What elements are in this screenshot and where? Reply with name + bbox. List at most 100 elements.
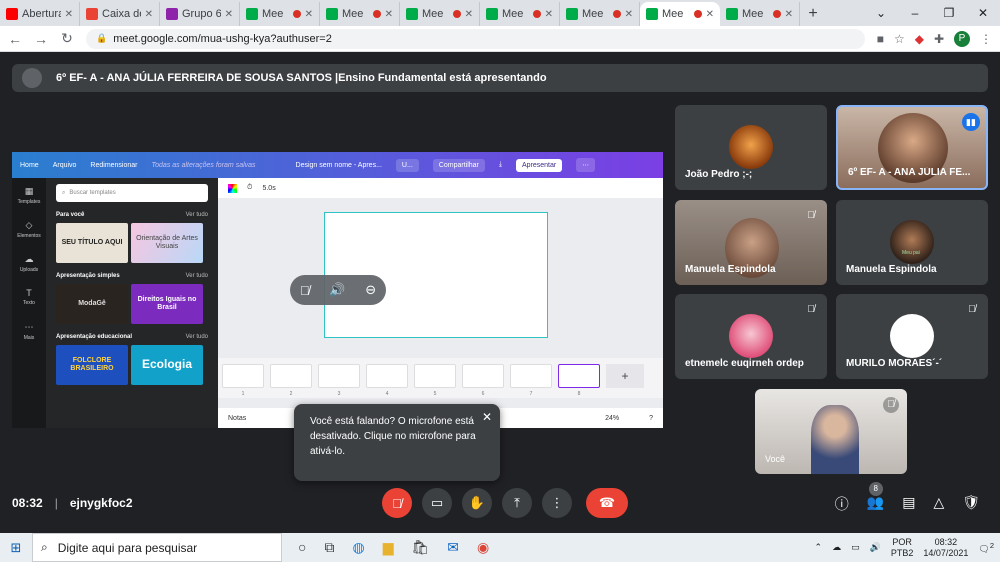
close-icon[interactable]: ✕ (706, 9, 714, 20)
host-controls-icon[interactable]: 🛡 (962, 494, 980, 514)
participant-tile[interactable]: 🎙̸ MURILO MORAES´-´ (836, 294, 988, 379)
browser-tab[interactable]: Grupo 6 ✕ (160, 2, 240, 26)
maximize-button[interactable]: ❐ (932, 6, 966, 20)
canva-more-icon: ⋯ (576, 158, 596, 172)
participant-tile[interactable]: 🎙̸ Manuela Espindola (675, 200, 827, 285)
section-title: Para você (56, 212, 85, 218)
browser-tab[interactable]: Mee ✕ (320, 2, 400, 26)
menu-icon[interactable]: ⋮ (980, 32, 992, 46)
volume-icon[interactable]: 🔊 (870, 542, 881, 553)
mic-off-icon: 🎙̸ (807, 304, 815, 315)
star-icon[interactable]: ☆ (894, 32, 905, 46)
store-icon[interactable]: 🛍 (411, 539, 429, 556)
new-tab-button[interactable]: + (800, 2, 826, 26)
recording-icon (772, 10, 781, 18)
activities-icon[interactable]: △ (933, 494, 944, 514)
browser-tab[interactable]: Abertura ✕ (0, 2, 80, 26)
browser-tab[interactable]: Caixa de ✕ (80, 2, 160, 26)
omnibox[interactable]: 🔒 meet.google.com/mua-ushg-kya?authuser=… (86, 28, 865, 49)
browser-tab[interactable]: Mee ✕ (480, 2, 560, 26)
rail-label: Mais (23, 334, 35, 341)
close-icon[interactable]: ✕ (145, 9, 153, 20)
chat-icon[interactable]: ▤ (902, 494, 915, 514)
back-button[interactable]: ← (8, 31, 22, 47)
close-icon[interactable]: ✕ (625, 9, 633, 20)
leave-call-button[interactable]: ☎ (586, 488, 628, 518)
close-window-button[interactable]: ✕ (966, 6, 1000, 20)
mic-toggle-button[interactable]: 🎙̸ (382, 488, 412, 518)
people-icon[interactable]: 👥 8 (867, 482, 884, 514)
participant-tile[interactable]: Meu pai Manuela Espindola (836, 200, 988, 285)
canva-file: Arquivo (52, 161, 77, 169)
close-icon[interactable]: ✕ (65, 9, 73, 20)
canva-page-thumb: 5 (414, 364, 456, 397)
system-tray: ⌃ ☁ ▭ 🔊 POR PTB2 08:32 14/07/2021 🗨2 (815, 533, 994, 562)
tab-label: Mee (662, 8, 684, 20)
file-explorer-icon[interactable]: ▆ (383, 539, 394, 556)
canva-template-thumb: Orientação de Artes Visuais (131, 223, 203, 263)
windows-start-icon[interactable]: ⊞ (0, 540, 32, 556)
favicon-icon (166, 8, 178, 20)
extension-shield-icon[interactable]: ◆ (915, 32, 924, 46)
cortana-icon[interactable]: ○ (298, 539, 306, 556)
rail-label: Templates (17, 198, 41, 205)
participant-tile[interactable]: João Pedro ;-; (675, 105, 827, 190)
favicon-icon (486, 8, 498, 20)
chevron-up-icon[interactable]: ⌃ (815, 542, 823, 553)
close-icon[interactable]: ✕ (305, 9, 313, 20)
browser-tab[interactable]: Mee ✕ (720, 2, 800, 26)
canva-toolbar: ⏱ 5.0s (218, 178, 663, 198)
browser-tab[interactable]: Mee ✕ (400, 2, 480, 26)
canva-page-thumb: 7 (510, 364, 552, 397)
close-icon[interactable]: ✕ (465, 9, 473, 20)
close-icon[interactable]: ✕ (385, 9, 393, 20)
favicon-icon (326, 8, 338, 20)
reload-button[interactable]: ↻ (60, 30, 74, 47)
network-icon[interactable]: ☁ (832, 542, 841, 553)
profile-avatar[interactable]: P (954, 30, 970, 47)
help-icon: ? (649, 414, 653, 422)
notification-icon[interactable]: 🗨2 (978, 541, 994, 555)
taskbar-apps: ○ ⧉ ◍ ▆ 🛍 ✉ ◉ (282, 539, 489, 556)
tab-bar: Abertura✕Caixa de✕Grupo 6✕Mee✕Mee✕Mee✕Me… (0, 0, 1000, 26)
task-view-icon[interactable]: ⧉ (324, 539, 334, 556)
mic-off-icon[interactable]: 🎙̸ (300, 283, 310, 298)
forward-button[interactable]: → (34, 31, 48, 47)
puzzle-icon[interactable]: ✚ (934, 32, 944, 46)
self-tile[interactable]: 🎙̸ Você (755, 389, 907, 474)
chrome-icon[interactable]: ◉ (477, 539, 489, 556)
taskbar-search[interactable]: ⌕ Digite aqui para pesquisar (32, 533, 282, 562)
camera-icon[interactable]: ■ (877, 32, 884, 46)
present-button[interactable]: ⤒ (502, 488, 532, 518)
participant-tile[interactable]: 🎙̸ etnemelc euqirneh ordep (675, 294, 827, 379)
close-icon[interactable]: ✕ (482, 410, 492, 425)
remove-icon[interactable]: ⊖ (365, 282, 376, 298)
volume-icon[interactable]: 🔊 (329, 282, 345, 298)
more-options-button[interactable]: ⋮ (542, 488, 572, 518)
close-icon[interactable]: ✕ (545, 9, 553, 20)
presenting-text: 6º EF- A - ANA JÚLIA FERREIRA DE SOUSA S… (56, 72, 547, 84)
clock[interactable]: 08:32 14/07/2021 (923, 537, 968, 559)
browser-tab[interactable]: Mee ✕ (640, 2, 720, 26)
battery-icon[interactable]: ▭ (851, 542, 860, 553)
info-icon[interactable]: ⓘ (835, 494, 849, 514)
rail-label: Elementos (17, 232, 41, 239)
canva-template-row: FOLCLORE BRASILEIRO Ecologia (56, 345, 208, 385)
chevron-down-icon[interactable]: ⌄ (864, 6, 898, 20)
rail-icon: ◇ (25, 219, 33, 230)
minimize-button[interactable]: – (898, 6, 932, 20)
browser-tab[interactable]: Mee ✕ (560, 2, 640, 26)
meeting-time: 08:32 (12, 496, 43, 510)
edge-icon[interactable]: ◍ (352, 539, 364, 556)
browser-tab[interactable]: Mee ✕ (240, 2, 320, 26)
raise-hand-button[interactable]: ✋ (462, 488, 492, 518)
mail-icon[interactable]: ✉ (447, 539, 459, 556)
language-indicator[interactable]: POR PTB2 (891, 537, 914, 559)
participant-tile[interactable]: ▮▮ 6º EF- A - ANA JÚLIA FE... (836, 105, 988, 190)
search-icon: ⌕ (62, 189, 66, 196)
recording-icon (372, 10, 381, 18)
close-icon[interactable]: ✕ (785, 9, 793, 20)
camera-toggle-button[interactable]: ▭ (422, 488, 452, 518)
close-icon[interactable]: ✕ (225, 9, 233, 20)
recording-icon (292, 10, 301, 18)
